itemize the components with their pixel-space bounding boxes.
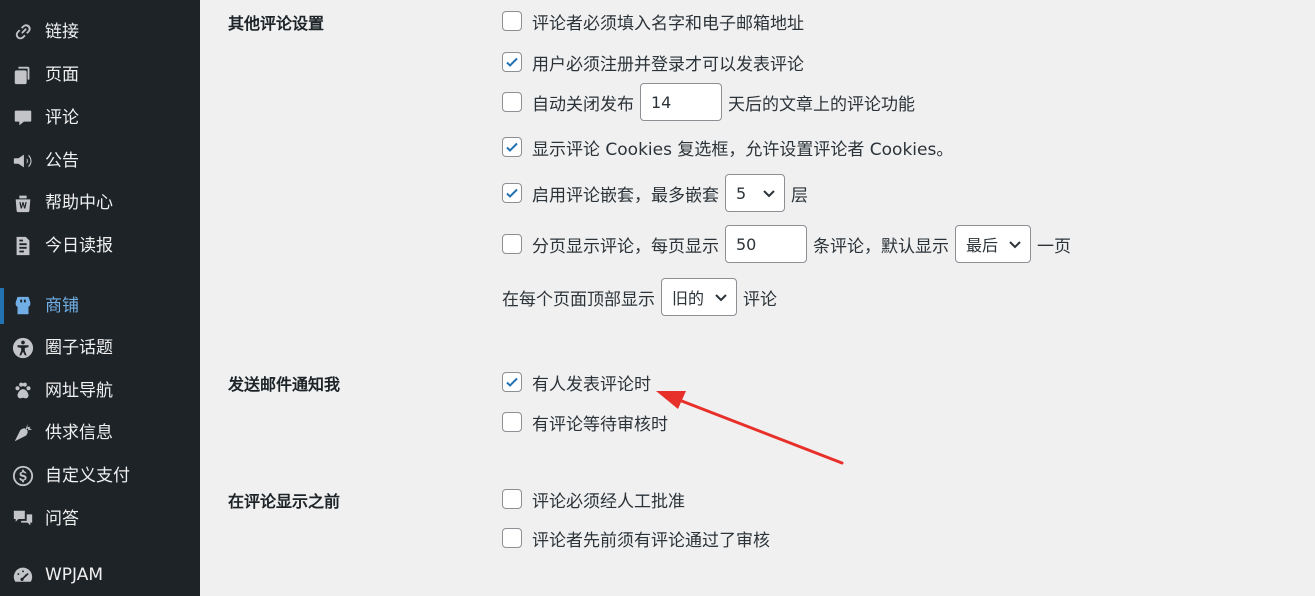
sidebar-item-label: WPJAM <box>45 565 104 585</box>
sidebar-item-qa[interactable]: 问答 <box>0 499 200 539</box>
sidebar-item-links[interactable]: 链接 <box>0 12 200 52</box>
default-comments-page-select[interactable]: 最后 <box>955 225 1031 263</box>
sidebar-item-pages[interactable]: 页面 <box>0 55 200 95</box>
checkmark-icon <box>506 377 518 387</box>
carrot-icon <box>11 421 35 445</box>
paw-icon <box>11 379 35 403</box>
sidebar-item-label: 公告 <box>45 151 79 171</box>
chat-bubbles-icon <box>11 507 35 531</box>
sidebar-item-label: 问答 <box>45 509 79 529</box>
sidebar-item-circle-topics[interactable]: 圈子话题 <box>0 328 200 368</box>
sidebar-item-announcements[interactable]: 公告 <box>0 141 200 181</box>
sidebar-item-url-nav[interactable]: 网址导航 <box>0 371 200 411</box>
comments-notify-checkbox[interactable] <box>502 372 522 392</box>
moderation-notify-label: 有评论等待审核时 <box>532 414 668 435</box>
help-center-icon <box>11 191 35 215</box>
comment-moderation-checkbox[interactable] <box>502 489 522 509</box>
comments-notify-label: 有人发表评论时 <box>532 374 651 395</box>
comment-order-select[interactable]: 旧的 <box>661 278 737 316</box>
comment-order-prefix: 在每个页面顶部显示 <box>502 289 655 310</box>
thread-comments-suffix: 层 <box>791 185 808 206</box>
page-comments-suffix: 一页 <box>1037 236 1071 257</box>
pages-icon <box>11 63 35 87</box>
thread-comments-row: 启用评论嵌套，最多嵌套 5 层 <box>502 174 808 212</box>
checkmark-icon <box>506 188 518 198</box>
sidebar-item-wpjam[interactable]: WPJAM <box>0 555 200 595</box>
chevron-down-icon <box>715 294 727 302</box>
thread-comments-prefix: 启用评论嵌套，最多嵌套 <box>532 185 719 206</box>
close-comments-row: 自动关闭发布 14 天后的文章上的评论功能 <box>502 83 915 121</box>
comments-per-page-input[interactable]: 50 <box>725 225 807 263</box>
megaphone-icon <box>11 149 35 173</box>
money-icon <box>11 464 35 488</box>
registration-required-label: 用户必须注册并登录才可以发表评论 <box>532 54 804 75</box>
moderation-notify-checkbox[interactable] <box>502 412 522 432</box>
page-comments-middle: 条评论，默认显示 <box>813 236 949 257</box>
page-comments-prefix: 分页显示评论，每页显示 <box>532 236 719 257</box>
close-comments-prefix: 自动关闭发布 <box>532 94 634 115</box>
newspaper-icon <box>11 234 35 258</box>
link-icon <box>11 20 35 44</box>
sidebar-item-supply-demand[interactable]: 供求信息 <box>0 413 200 453</box>
page-comments-checkbox[interactable] <box>502 234 522 254</box>
require-name-email-checkbox[interactable] <box>502 11 522 31</box>
sidebar-item-custom-payment[interactable]: 自定义支付 <box>0 456 200 496</box>
cookies-opt-in-checkbox[interactable] <box>502 137 522 157</box>
sidebar-item-label: 圈子话题 <box>45 338 113 358</box>
page-comments-row: 分页显示评论，每页显示 50 条评论，默认显示 最后 一页 <box>502 225 1071 263</box>
sidebar-item-label: 供求信息 <box>45 423 113 443</box>
sidebar-item-label: 商铺 <box>45 296 79 316</box>
accessibility-icon <box>11 336 35 360</box>
other-comment-settings-label: 其他评论设置 <box>228 14 325 33</box>
thread-depth-value: 5 <box>736 183 747 203</box>
sidebar-item-label: 评论 <box>45 108 79 128</box>
sidebar-item-daily-news[interactable]: 今日读报 <box>0 226 200 266</box>
previously-approved-row: 评论者先前须有评论通过了审核 <box>502 526 770 551</box>
previously-approved-checkbox[interactable] <box>502 528 522 548</box>
comment-order-row: 在每个页面顶部显示 旧的 评论 <box>502 278 777 316</box>
sidebar-item-label: 今日读报 <box>45 236 113 256</box>
sidebar-item-help-center[interactable]: 帮助中心 <box>0 183 200 223</box>
close-comments-days-input[interactable]: 14 <box>640 83 722 121</box>
default-comments-page-value: 最后 <box>966 236 999 255</box>
require-name-email-row: 评论者必须填入名字和电子邮箱地址 <box>502 9 804 34</box>
sidebar-item-store[interactable]: 商铺 <box>0 286 200 326</box>
previously-approved-label: 评论者先前须有评论通过了审核 <box>532 530 770 551</box>
dashboard-gauge-icon <box>11 563 35 587</box>
thread-comments-checkbox[interactable] <box>502 183 522 203</box>
before-comment-label: 在评论显示之前 <box>228 492 341 511</box>
close-comments-checkbox[interactable] <box>502 92 522 112</box>
comment-order-suffix: 评论 <box>743 289 777 310</box>
comment-icon <box>11 106 35 130</box>
checkmark-icon <box>506 57 518 67</box>
settings-main: 其他评论设置 评论者必须填入名字和电子邮箱地址 用户必须注册并登录才可以发表评论… <box>200 0 1315 596</box>
require-name-email-label: 评论者必须填入名字和电子邮箱地址 <box>532 13 804 34</box>
registration-required-row: 用户必须注册并登录才可以发表评论 <box>502 50 804 75</box>
comments-notify-row: 有人发表评论时 <box>502 370 651 395</box>
sidebar-item-label: 自定义支付 <box>45 466 130 486</box>
close-comments-suffix: 天后的文章上的评论功能 <box>728 94 915 115</box>
thread-depth-select[interactable]: 5 <box>725 174 785 212</box>
sidebar-item-label: 链接 <box>45 22 79 42</box>
cookies-opt-in-row: 显示评论 Cookies 复选框，允许设置评论者 Cookies。 <box>502 135 954 160</box>
checkmark-icon <box>506 142 518 152</box>
cookies-opt-in-label: 显示评论 Cookies 复选框，允许设置评论者 Cookies。 <box>532 139 954 160</box>
store-icon <box>11 294 35 318</box>
sidebar-item-label: 帮助中心 <box>45 193 113 213</box>
comment-moderation-label: 评论必须经人工批准 <box>532 491 685 512</box>
sidebar-item-label: 网址导航 <box>45 381 113 401</box>
comment-order-value: 旧的 <box>672 289 705 308</box>
email-notify-label: 发送邮件通知我 <box>228 375 341 394</box>
comment-moderation-row: 评论必须经人工批准 <box>502 487 685 512</box>
chevron-down-icon <box>1009 241 1021 249</box>
moderation-notify-row: 有评论等待审核时 <box>502 410 668 435</box>
sidebar-item-comments[interactable]: 评论 <box>0 98 200 138</box>
registration-required-checkbox[interactable] <box>502 52 522 72</box>
sidebar-item-label: 页面 <box>45 65 79 85</box>
chevron-down-icon <box>763 190 775 198</box>
admin-sidebar: 链接 页面 评论 公告 帮助中心 今日读报 商铺 圈子话题 网址导航 供求信息 … <box>0 0 200 596</box>
